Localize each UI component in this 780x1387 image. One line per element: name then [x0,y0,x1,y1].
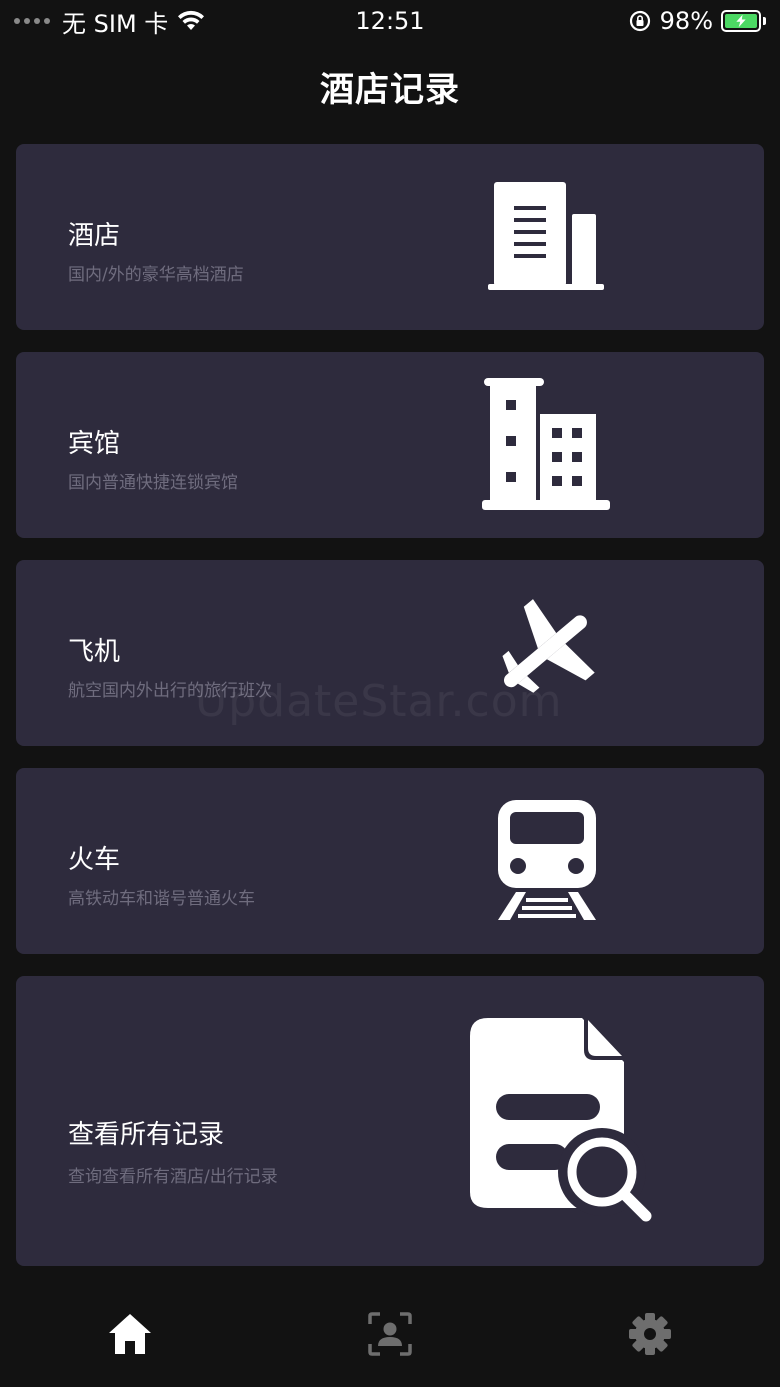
card-subtitle: 航空国内外出行的旅行班次 [68,681,272,701]
train-icon [498,800,596,920]
gear-icon [629,1312,671,1355]
tab-settings[interactable] [610,1294,690,1374]
card-train[interactable]: 火车 高铁动车和谐号普通火车 [16,768,764,954]
tab-profile[interactable] [350,1294,430,1374]
card-title: 火车 [68,845,121,875]
wifi-icon [178,10,205,30]
card-title: 查看所有记录 [68,1120,225,1150]
airplane-icon [502,599,595,693]
tab-home[interactable] [90,1294,170,1374]
rotation-lock-icon [629,10,650,32]
card-subtitle: 国内/外的豪华高档酒店 [68,265,244,285]
carrier-label: 无 SIM 卡 [62,9,169,38]
card-guesthouse[interactable]: 宾馆 国内普通快捷连锁宾馆 [16,352,764,538]
card-subtitle: 高铁动车和谐号普通火车 [68,889,255,909]
card-title: 酒店 [68,221,121,251]
tab-bar [0,1280,780,1387]
card-title: 宾馆 [68,429,121,459]
file-search-icon [470,1018,652,1222]
profile-icon [368,1311,412,1356]
page-title: 酒店记录 [320,70,460,110]
card-airplane[interactable]: 飞机 航空国内外出行的旅行班次 [16,560,764,746]
app-screen: 无 SIM 卡 12:51 98% 酒店记录 酒店 国内/外的豪华高档酒店 宾馆… [0,0,780,1387]
building-icon [488,182,604,290]
card-all-records[interactable]: 查看所有记录 查询查看所有酒店/出行记录 [16,976,764,1266]
signal-icon [14,18,50,24]
status-right: 98% [628,7,766,35]
status-bar: 无 SIM 卡 12:51 98% [0,0,780,42]
home-icon [109,1313,151,1354]
hotel-icon [482,378,610,510]
battery-percent: 98% [659,7,713,35]
card-hotel[interactable]: 酒店 国内/外的豪华高档酒店 [16,144,764,330]
status-left: 无 SIM 卡 [14,4,206,39]
battery-icon [721,10,766,32]
card-title: 飞机 [68,637,121,667]
card-subtitle: 国内普通快捷连锁宾馆 [68,473,238,493]
card-subtitle: 查询查看所有酒店/出行记录 [68,1167,278,1187]
